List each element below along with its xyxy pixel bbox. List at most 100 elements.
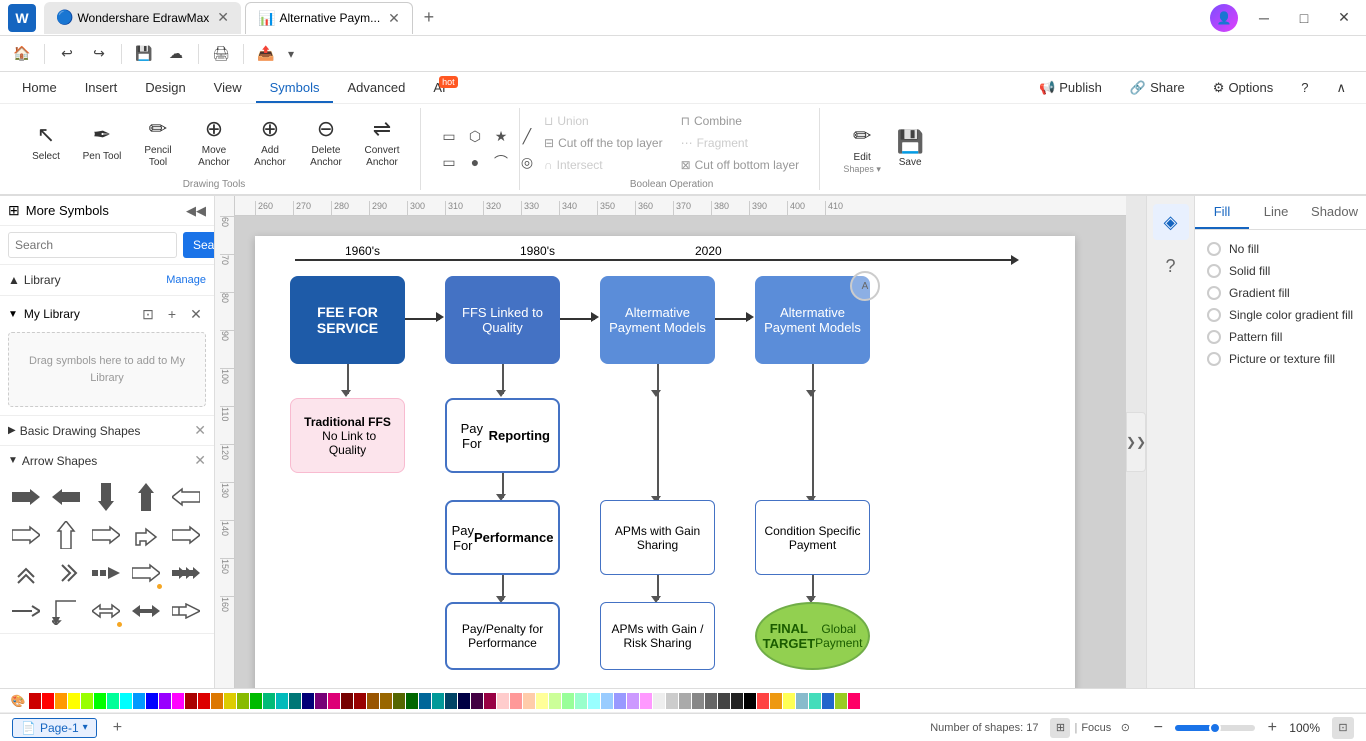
color-swatch[interactable] <box>627 693 639 709</box>
gradient-fill-option[interactable]: Gradient fill <box>1207 286 1354 300</box>
redo-button[interactable]: ↪ <box>85 40 113 68</box>
arrow-striped-right[interactable] <box>88 555 124 591</box>
right-collapse-button[interactable]: ❯❯ <box>1126 412 1146 472</box>
color-swatch[interactable] <box>198 693 210 709</box>
publish-button[interactable]: 📢 Publish <box>1027 74 1114 102</box>
color-swatch[interactable] <box>640 693 652 709</box>
arrow-left-right-solid[interactable] <box>128 593 164 629</box>
arrow-right-outline[interactable] <box>8 517 44 553</box>
pay-reporting-box[interactable]: Pay For Reporting <box>445 398 560 473</box>
color-swatch[interactable] <box>328 693 340 709</box>
minimize-button[interactable]: ─ <box>1250 4 1278 32</box>
share-button[interactable]: 🔗 Share <box>1118 74 1197 102</box>
color-swatch[interactable] <box>757 693 769 709</box>
color-swatch[interactable] <box>159 693 171 709</box>
help-panel-button[interactable]: ? <box>1153 248 1189 284</box>
save-button[interactable]: 💾 Save <box>888 125 932 173</box>
doc-tab[interactable]: 📊 Alternative Paym... ✕ <box>245 2 413 34</box>
color-picker-icon[interactable]: 🎨 <box>8 693 28 709</box>
color-swatch[interactable] <box>692 693 704 709</box>
color-swatch[interactable] <box>185 693 197 709</box>
color-swatch[interactable] <box>510 693 522 709</box>
color-swatch[interactable] <box>120 693 132 709</box>
save-local-button[interactable]: 💾 <box>130 40 158 68</box>
collapse-button[interactable]: ∧ <box>1324 74 1358 102</box>
color-swatch[interactable] <box>679 693 691 709</box>
arrow-triple-right[interactable] <box>168 555 204 591</box>
circle-shape[interactable]: ● <box>463 150 487 174</box>
home-button[interactable]: 🏠 <box>8 40 36 68</box>
fee-for-service-box[interactable]: FEE FOR SERVICE <box>290 276 405 364</box>
color-swatch[interactable] <box>471 693 483 709</box>
pen-tool[interactable]: ✒ Pen Tool <box>76 118 128 166</box>
color-swatch[interactable] <box>809 693 821 709</box>
cut-top-op[interactable]: ⊟ Cut off the top layer <box>536 133 671 153</box>
close-button[interactable]: ✕ <box>1330 4 1358 32</box>
apm1-box[interactable]: Altermative Payment Models <box>600 276 715 364</box>
search-button[interactable]: Search <box>183 232 215 258</box>
color-swatch[interactable] <box>237 693 249 709</box>
intersect-op[interactable]: ∩ Intersect <box>536 155 671 175</box>
apms-gain-risk-box[interactable]: APMs with Gain / Risk Sharing <box>600 602 715 670</box>
arrow-right-flat[interactable] <box>168 517 204 553</box>
arrow-left-outline[interactable] <box>168 479 204 515</box>
zoom-thumb[interactable] <box>1209 722 1221 734</box>
color-swatch[interactable] <box>380 693 392 709</box>
color-swatch[interactable] <box>666 693 678 709</box>
color-swatch[interactable] <box>289 693 301 709</box>
pattern-fill-option[interactable]: Pattern fill <box>1207 330 1354 344</box>
tab-ai[interactable]: AI hot <box>419 74 459 103</box>
ffs-linked-box[interactable]: FFS Linked to Quality <box>445 276 560 364</box>
color-swatch[interactable] <box>432 693 444 709</box>
arrow-left-right-outline[interactable] <box>88 593 124 629</box>
color-swatch[interactable] <box>341 693 353 709</box>
arrow-right-tab[interactable] <box>128 555 164 591</box>
arrow-up-solid[interactable] <box>128 479 164 515</box>
color-swatch[interactable] <box>172 693 184 709</box>
rect-shape[interactable]: ▭ <box>437 124 461 148</box>
color-swatch[interactable] <box>458 693 470 709</box>
star-shape[interactable]: ★ <box>489 124 513 148</box>
zoom-slider[interactable] <box>1175 725 1255 731</box>
focus-icon[interactable]: ⊙ <box>1115 718 1135 738</box>
color-swatch[interactable] <box>68 693 80 709</box>
color-swatch[interactable] <box>81 693 93 709</box>
color-swatch[interactable] <box>354 693 366 709</box>
color-swatch[interactable] <box>497 693 509 709</box>
arrow-chevron-up[interactable] <box>8 555 44 591</box>
arrow-down-solid[interactable] <box>88 479 124 515</box>
color-swatch[interactable] <box>536 693 548 709</box>
tab-insert[interactable]: Insert <box>71 74 132 103</box>
more-button[interactable]: ▾ <box>284 47 298 61</box>
combine-op[interactable]: ⊓ Combine <box>673 111 808 131</box>
manage-link[interactable]: Manage <box>166 274 206 286</box>
color-swatch[interactable] <box>848 693 860 709</box>
move-anchor-tool[interactable]: ⊕ Move Anchor <box>188 112 240 172</box>
cut-bottom-op[interactable]: ⊠ Cut off bottom layer <box>673 155 808 175</box>
arc-shape[interactable]: ⌒ <box>489 150 513 174</box>
add-page-button[interactable]: + <box>113 719 122 737</box>
pencil-tool[interactable]: ✏ Pencil Tool <box>132 112 184 172</box>
edit-shapes-button[interactable]: ✏ Edit Shapes ▾ <box>840 119 884 178</box>
color-swatch[interactable] <box>393 693 405 709</box>
color-swatch[interactable] <box>549 693 561 709</box>
tab-view[interactable]: View <box>200 74 256 103</box>
help-button[interactable]: ? <box>1289 74 1320 101</box>
color-swatch[interactable] <box>250 693 262 709</box>
basic-shapes-close[interactable]: ✕ <box>194 422 206 439</box>
save-cloud-button[interactable]: ☁ <box>162 40 190 68</box>
basic-shapes-header[interactable]: ▶ Basic Drawing Shapes ✕ <box>0 416 214 445</box>
color-swatch[interactable] <box>29 693 41 709</box>
undo-button[interactable]: ↩ <box>53 40 81 68</box>
view-mode-icon[interactable]: ⊞ <box>1050 718 1070 738</box>
color-swatch[interactable] <box>211 693 223 709</box>
select-tool[interactable]: ↖ Select <box>20 118 72 166</box>
arrow-right-outline2[interactable] <box>88 517 124 553</box>
color-swatch[interactable] <box>718 693 730 709</box>
symbols-panel-header[interactable]: ⊞ More Symbols ◀◀ <box>0 196 214 226</box>
tab-symbols[interactable]: Symbols <box>256 74 334 103</box>
tab-design[interactable]: Design <box>131 74 199 103</box>
color-swatch[interactable] <box>822 693 834 709</box>
color-swatch[interactable] <box>419 693 431 709</box>
delete-anchor-tool[interactable]: ⊖ Delete Anchor <box>300 112 352 172</box>
